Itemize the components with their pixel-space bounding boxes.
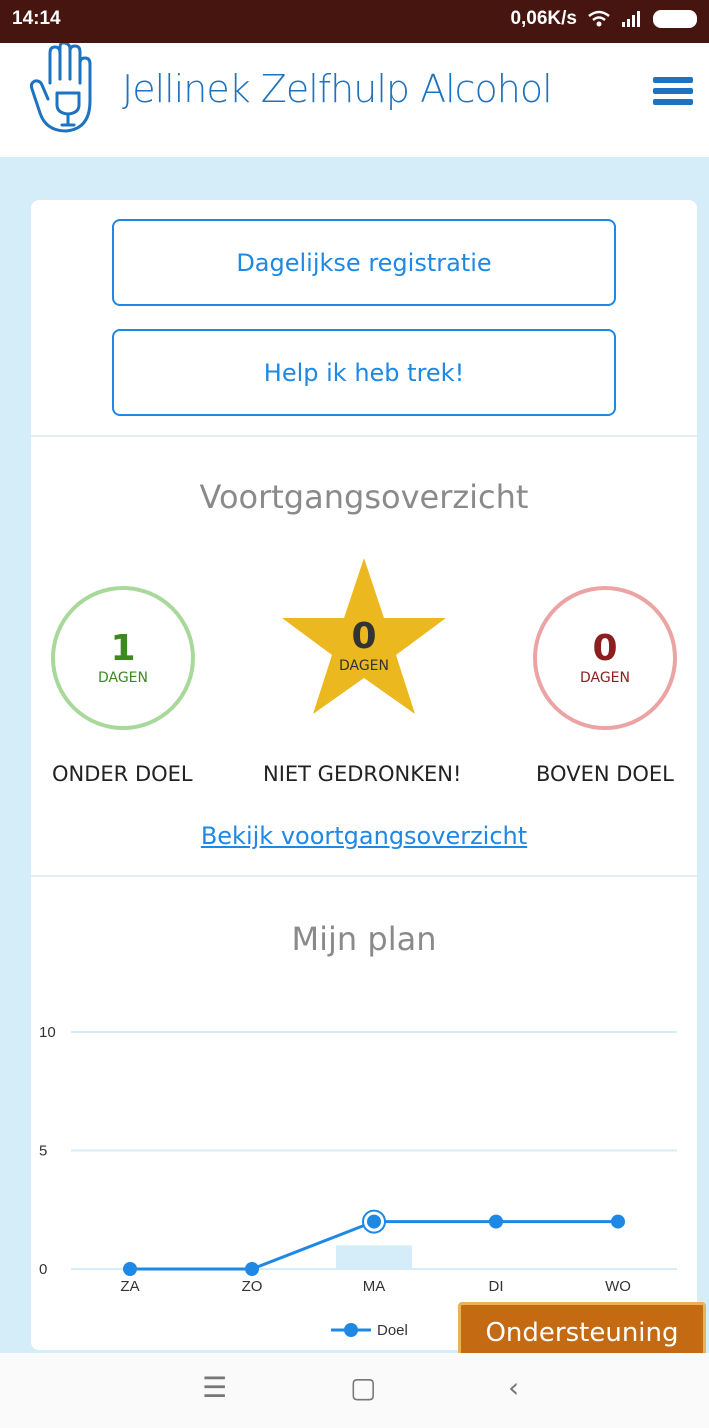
plan-chart: 0 5 10 ZA ZO MA DI WO Doel bbox=[39, 1024, 677, 1339]
hamburger-icon[interactable] bbox=[653, 77, 693, 105]
legend-marker bbox=[344, 1323, 358, 1337]
view-progress-link[interactable]: Bekijk voortgangsoverzicht bbox=[31, 822, 697, 850]
status-time: 14:14 bbox=[12, 8, 61, 29]
not-drunk-value: 0 bbox=[351, 616, 377, 657]
wifi-icon bbox=[588, 10, 610, 27]
bar bbox=[336, 1245, 412, 1269]
home-nav-icon[interactable]: ▢ bbox=[350, 1371, 376, 1404]
divider bbox=[31, 435, 697, 437]
data-point bbox=[611, 1214, 625, 1229]
status-indicators: 0,06K/s bbox=[510, 8, 697, 30]
y-tick-label: 0 bbox=[39, 1261, 47, 1278]
daily-registration-button[interactable]: Dagelijkse registratie bbox=[112, 219, 616, 306]
over-goal-unit: DAGEN bbox=[579, 670, 631, 686]
under-goal-unit: DAGEN bbox=[97, 670, 149, 686]
y-tick-label: 10 bbox=[39, 1024, 56, 1041]
data-point bbox=[489, 1214, 503, 1229]
network-speed: 0,06K/s bbox=[510, 8, 577, 29]
menu-nav-icon[interactable]: ☰ bbox=[202, 1371, 227, 1404]
over-goal-label: BOVEN DOEL bbox=[536, 762, 674, 786]
x-tick-label: ZO bbox=[242, 1278, 263, 1295]
over-goal-value: 0 bbox=[592, 628, 618, 669]
system-navbar: ☰ ▢ ‹ bbox=[0, 1353, 709, 1428]
divider bbox=[31, 875, 697, 877]
not-drunk-label: NIET GEDRONKEN! bbox=[263, 762, 462, 786]
hand-glass-icon bbox=[29, 43, 92, 133]
dashboard-card: Dagelijkse registratie Help ik heb trek!… bbox=[31, 200, 697, 1350]
under-goal-circle: 1 DAGEN bbox=[51, 586, 195, 730]
craving-help-button[interactable]: Help ik heb trek! bbox=[112, 329, 616, 416]
data-point bbox=[367, 1214, 381, 1229]
over-goal-circle: 0 DAGEN bbox=[533, 586, 677, 730]
battery-icon bbox=[653, 10, 697, 28]
plan-title: Mijn plan bbox=[291, 920, 437, 958]
under-goal-label: ONDER DOEL bbox=[52, 762, 193, 786]
data-point bbox=[245, 1262, 259, 1276]
not-drunk-unit: DAGEN bbox=[338, 658, 390, 674]
progress-title: Voortgangsoverzicht bbox=[199, 478, 529, 516]
x-tick-label: WO bbox=[605, 1278, 631, 1295]
legend-label: Doel bbox=[377, 1322, 408, 1339]
data-point bbox=[123, 1262, 137, 1276]
not-drunk-badge: 0 DAGEN bbox=[278, 616, 450, 675]
status-bar: 14:14 0,06K/s bbox=[0, 0, 709, 43]
x-tick-label: ZA bbox=[120, 1278, 139, 1295]
app-header: Jellinek Zelfhulp Alcohol bbox=[0, 43, 709, 157]
under-goal-value: 1 bbox=[110, 628, 136, 669]
back-nav-icon[interactable]: ‹ bbox=[508, 1371, 519, 1404]
x-tick-label: MA bbox=[363, 1278, 386, 1295]
x-tick-label: DI bbox=[489, 1278, 504, 1295]
signal-icon bbox=[622, 11, 640, 27]
y-tick-label: 5 bbox=[39, 1143, 47, 1160]
app-title: Jellinek Zelfhulp Alcohol bbox=[122, 67, 553, 111]
